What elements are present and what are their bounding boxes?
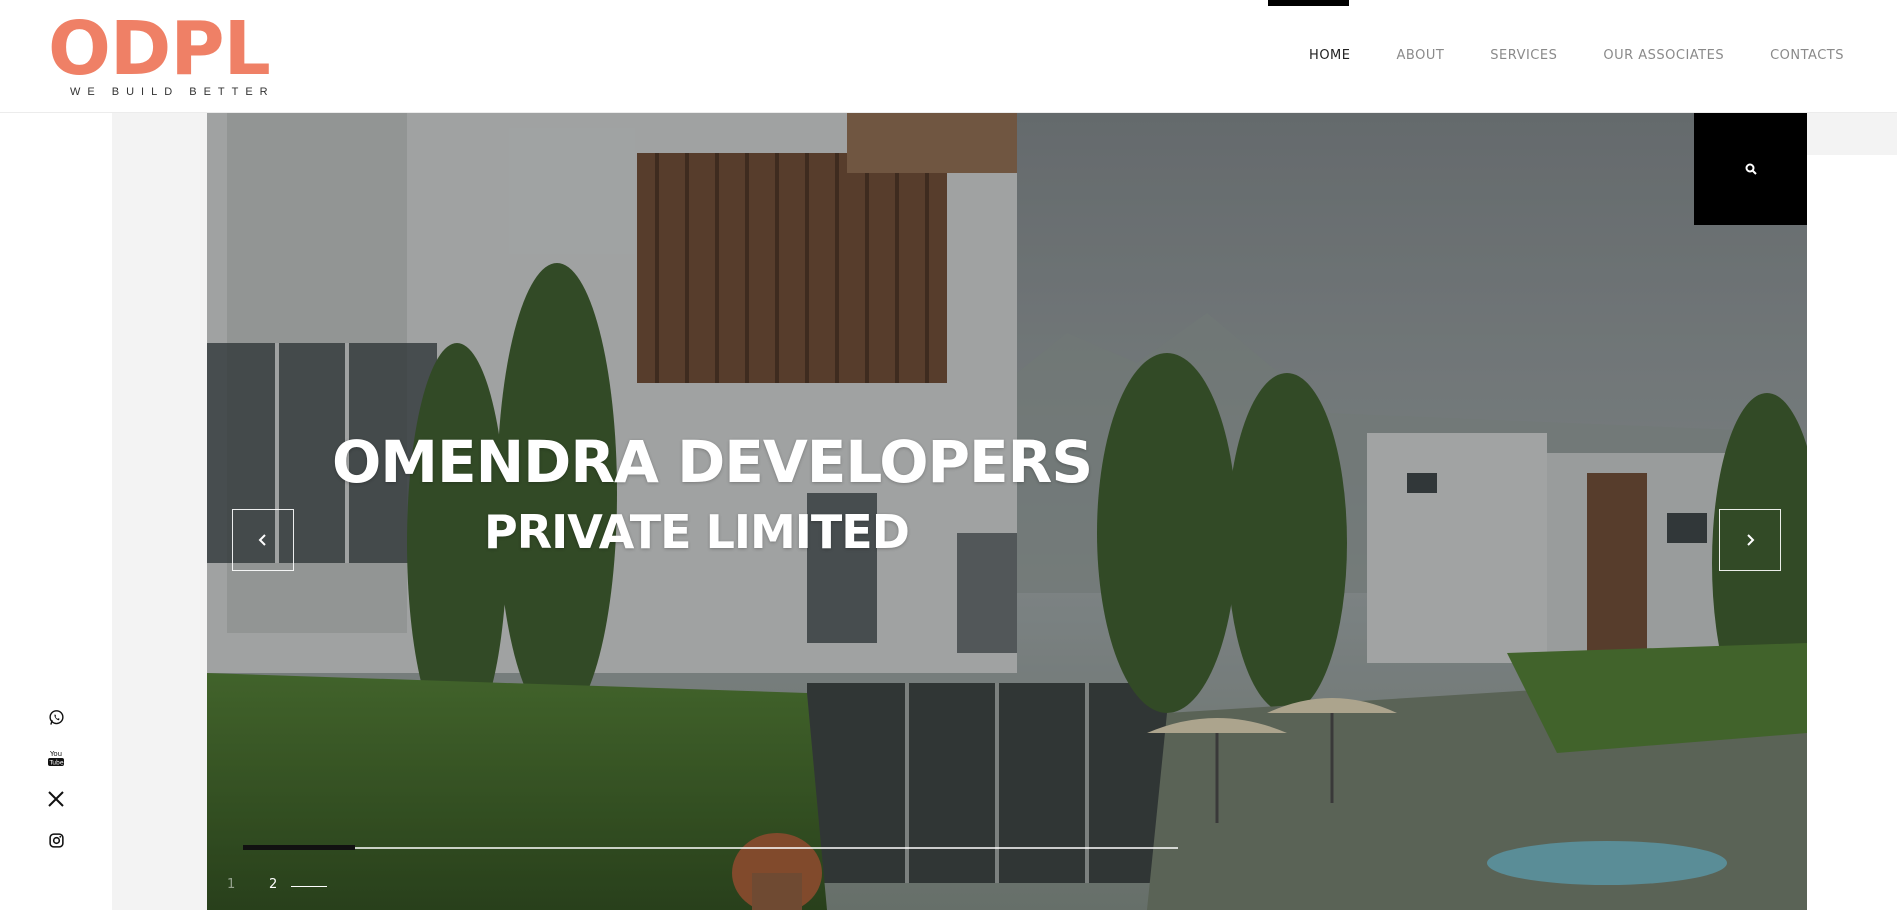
x-twitter-icon[interactable] <box>44 787 68 811</box>
nav-item-services[interactable]: SERVICES <box>1490 48 1557 63</box>
main-nav: HOME ABOUT SERVICES OUR ASSOCIATES CONTA… <box>1309 48 1844 63</box>
slide-progress-fill <box>243 845 355 850</box>
hero-slider: OMENDRA DEVELOPERS PRIVATE LIMITED 1 2 <box>207 113 1807 910</box>
hero-title: OMENDRA DEVELOPERS <box>332 428 1093 496</box>
pager-item-2[interactable]: 2 <box>269 877 277 892</box>
nav-item-home[interactable]: HOME <box>1309 48 1350 63</box>
slide-progress-track <box>243 847 1178 849</box>
chevron-right-icon <box>1747 534 1755 546</box>
youtube-icon[interactable]: You Tube <box>44 746 68 770</box>
site-header: ODPL WE BUILD BETTER HOME ABOUT SERVICES… <box>0 0 1897 113</box>
left-grey-strip <box>112 113 207 910</box>
svg-text:You: You <box>49 750 62 758</box>
right-grey-strip <box>1806 113 1897 155</box>
social-sidebar: You Tube <box>0 113 112 910</box>
hero-subtitle: PRIVATE LIMITED <box>484 505 910 559</box>
whatsapp-icon[interactable] <box>44 705 68 729</box>
search-button[interactable] <box>1694 113 1807 225</box>
nav-active-indicator <box>1268 0 1349 6</box>
next-slide-button[interactable] <box>1719 509 1781 571</box>
logo[interactable]: ODPL WE BUILD BETTER <box>48 12 271 102</box>
logo-tagline: WE BUILD BETTER <box>70 86 275 98</box>
pager-active-line <box>291 886 327 887</box>
svg-text:Tube: Tube <box>49 760 64 767</box>
hero-overlay <box>207 113 1807 910</box>
nav-item-about[interactable]: ABOUT <box>1397 48 1445 63</box>
pager-item-1[interactable]: 1 <box>227 877 235 892</box>
logo-text: ODPL <box>48 6 271 92</box>
nav-item-contacts[interactable]: CONTACTS <box>1770 48 1844 63</box>
chevron-left-icon <box>258 534 266 546</box>
prev-slide-button[interactable] <box>232 509 294 571</box>
search-icon <box>1745 163 1757 175</box>
nav-item-our-associates[interactable]: OUR ASSOCIATES <box>1603 48 1724 63</box>
instagram-icon[interactable] <box>44 828 68 852</box>
